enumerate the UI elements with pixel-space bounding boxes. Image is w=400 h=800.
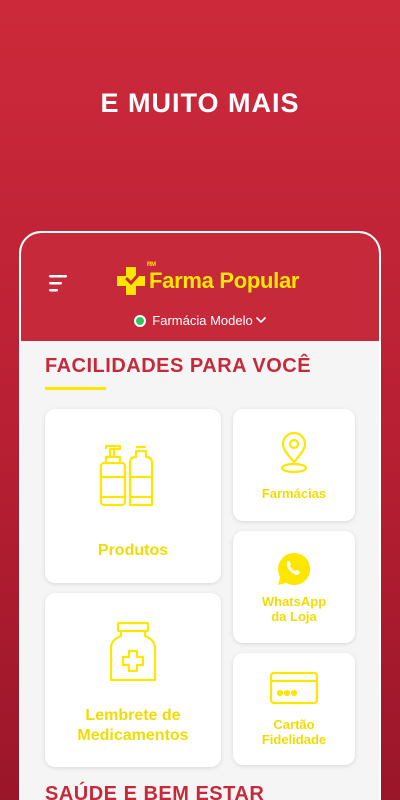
produtos-label: Produtos xyxy=(97,542,169,559)
cartao-card[interactable]: Cartão Fidelidade xyxy=(233,653,355,765)
plus-cross-icon xyxy=(117,267,145,295)
lembrete-label-line2: Medicamentos xyxy=(77,727,189,744)
bottles-icon xyxy=(99,444,154,507)
section-title-facilidades: FACILIDADES PARA VOCÊ xyxy=(45,355,312,377)
logo-rm: RM xyxy=(147,262,156,268)
location-pin-icon xyxy=(280,431,308,473)
section-underline xyxy=(45,387,106,390)
card-icon xyxy=(269,671,319,705)
app-header: RM Farma Popular Farmácia Modelo xyxy=(21,233,379,341)
phone-frame: RM Farma Popular Farmácia Modelo FACILID… xyxy=(19,231,381,800)
cartao-label: Cartão Fidelidade xyxy=(262,717,326,747)
hero-title: E MUITO MAIS xyxy=(100,88,300,118)
lembrete-label: Lembrete de Medicamentos xyxy=(77,706,188,746)
farmacias-card[interactable]: Farmácias xyxy=(233,409,355,521)
cartao-label-line1: Cartão xyxy=(273,717,315,732)
menu-icon[interactable] xyxy=(47,273,69,293)
chevron-down-icon xyxy=(255,317,266,324)
medicine-jar-icon xyxy=(109,621,157,682)
section-title-saude: SAÚDE E BEM ESTAR xyxy=(45,783,265,800)
status-dot xyxy=(134,314,147,327)
whatsapp-card[interactable]: WhatsApp da Loja xyxy=(233,531,355,643)
store-selector[interactable]: Farmácia Modelo xyxy=(21,313,379,328)
cartao-label-line2: Fidelidade xyxy=(261,732,327,747)
logo-text: Farma Popular xyxy=(149,268,300,293)
brand-logo: RM Farma Popular xyxy=(115,262,300,299)
whatsapp-icon xyxy=(278,552,311,585)
produtos-card[interactable]: Produtos xyxy=(45,409,221,583)
lembrete-card[interactable]: Lembrete de Medicamentos xyxy=(45,593,221,767)
whatsapp-label: WhatsApp da Loja xyxy=(262,594,326,624)
store-name: Farmácia Modelo xyxy=(152,313,253,328)
whatsapp-label-line1: WhatsApp xyxy=(261,594,327,609)
whatsapp-label-line2: da Loja xyxy=(271,609,317,624)
lembrete-label-line1: Lembrete de xyxy=(85,707,181,724)
farmacias-label: Farmácias xyxy=(261,485,327,501)
